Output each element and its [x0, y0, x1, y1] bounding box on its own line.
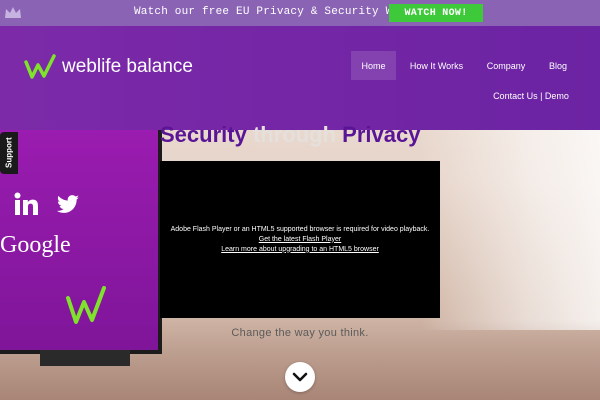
html5-browser-link[interactable]: Learn more about upgrading to an HTML5 b…	[221, 245, 379, 255]
nav-company[interactable]: Company	[480, 51, 532, 80]
scroll-down-button[interactable]	[285, 362, 315, 392]
video-player[interactable]: Adobe Flash Player or an HTML5 supported…	[160, 161, 440, 318]
nav-blog[interactable]: Blog	[544, 51, 572, 80]
crown-icon	[5, 7, 21, 18]
headline-through: through	[252, 122, 337, 147]
linkedin-icon	[14, 192, 38, 215]
chevron-down-icon	[292, 372, 308, 382]
headline-security: Security	[160, 122, 247, 147]
watch-now-button[interactable]: WATCH NOW!	[389, 4, 483, 22]
support-tab[interactable]: Support	[0, 132, 18, 174]
monitor-logo-icon	[66, 286, 106, 324]
google-text: Google	[0, 232, 71, 258]
site-header: weblife balance Home How It Works Compan…	[0, 26, 600, 130]
background-window-light	[420, 130, 600, 330]
page-headline: Security through Privacy	[160, 122, 420, 148]
flash-player-link[interactable]: Get the latest Flash Player	[259, 235, 341, 245]
monitor-stand	[40, 350, 130, 366]
nav-how-it-works[interactable]: How It Works	[404, 51, 469, 80]
nav-home[interactable]: Home	[351, 51, 396, 80]
logo-text[interactable]: weblife balance	[62, 56, 193, 78]
twitter-icon	[56, 195, 79, 213]
video-message: Adobe Flash Player or an HTML5 supported…	[170, 225, 430, 233]
logo-mark-icon[interactable]	[24, 54, 60, 80]
tagline: Change the way you think.	[231, 327, 369, 339]
promo-banner: Watch our free EU Privacy & Security Web…	[0, 0, 600, 26]
nav-contact-demo[interactable]: Contact Us | Demo	[492, 86, 570, 106]
headline-privacy: Privacy	[342, 122, 421, 147]
